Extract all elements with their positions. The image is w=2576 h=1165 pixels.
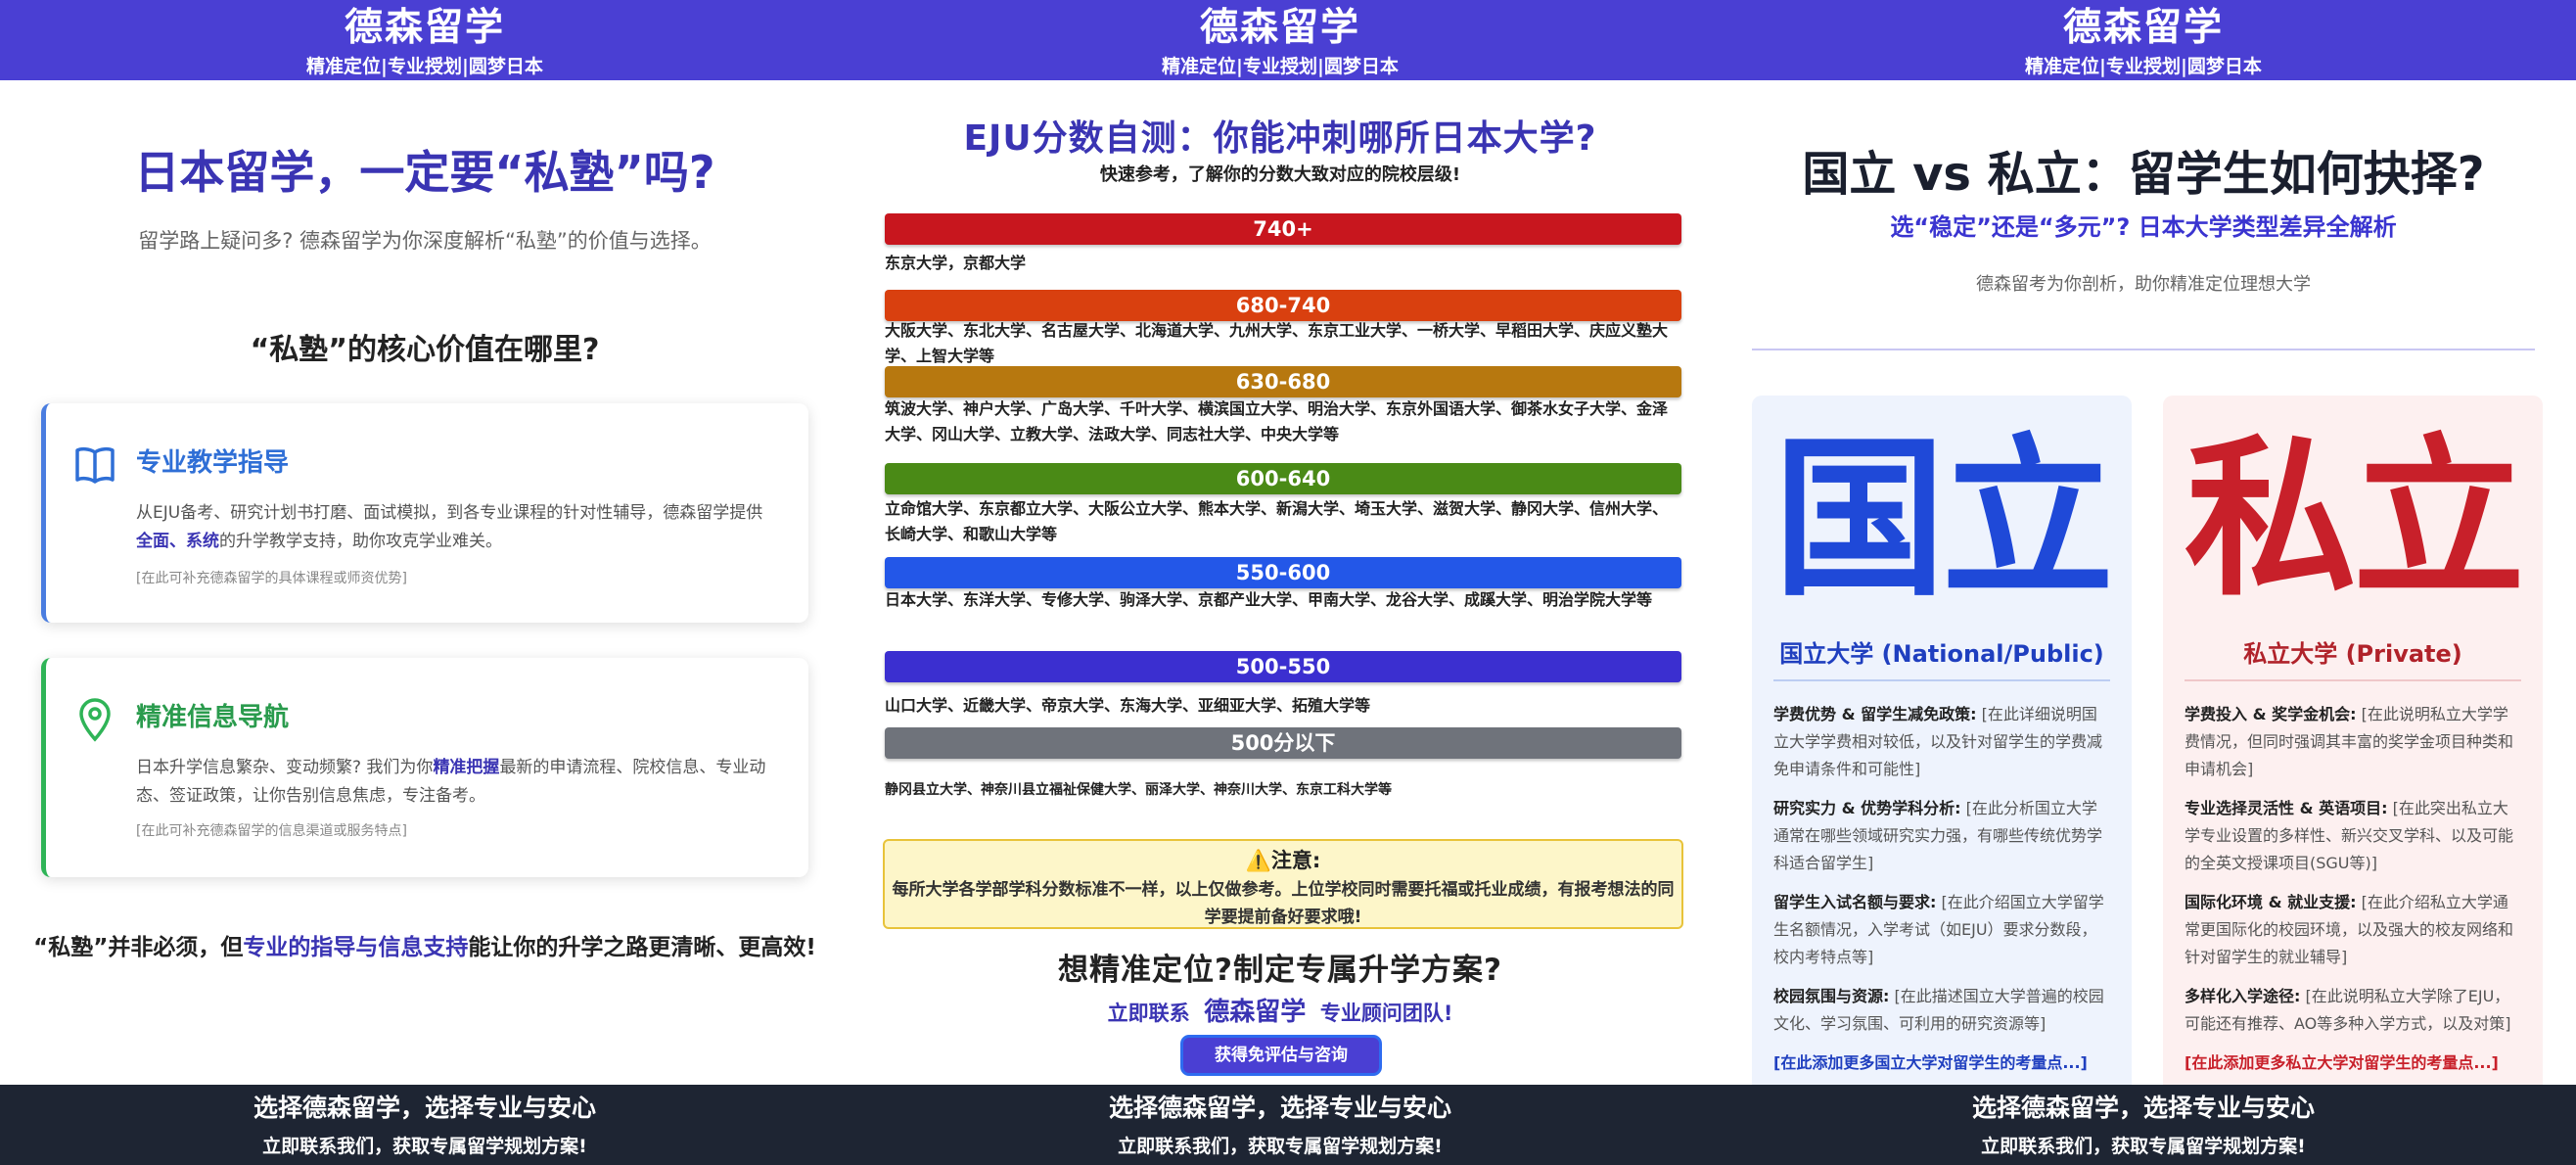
university-list: 大阪大学、东北大学、名古屋大学、北海道大学、九州大学、东京工业大学、一桥大学、早… <box>885 321 1669 365</box>
score-band-500: 500-550 <box>885 651 1681 682</box>
footer-call-to-action: 立即联系我们，获取专属留学规划方案! <box>262 1136 587 1157</box>
notice-title: ⚠️注意: <box>1245 849 1321 872</box>
footer-tagline: 选择德森留学，选择专业与安心 <box>1971 1094 2315 1122</box>
divider <box>1752 349 2535 350</box>
card-title: 精准信息导航 <box>136 703 290 732</box>
score-band-below-500: 500分以下 <box>885 727 1681 759</box>
university-list: 山口大学、近畿大学、帝京大学、东海大学、亚细亚大学、拓殖大学等 <box>885 696 1371 715</box>
list-item: 校园氛围与资源: [在此描述国立大学普遍的校园文化、学习氛围、可利用的研究资源等… <box>1773 987 2104 1033</box>
divider <box>2185 679 2521 681</box>
location-pin-icon <box>75 697 115 742</box>
national-big-label: 国立 <box>1772 419 2114 620</box>
footer-tagline: 选择德森留学，选择专业与安心 <box>253 1094 596 1122</box>
score-band-680: 680-740 <box>885 290 1681 321</box>
national-university-column: 国立 国立大学 (National/Public) 学费优势 & 留学生减免政策… <box>1752 396 2132 1085</box>
card-body: 日本升学信息繁杂、变动频繁? 我们为你精准把握最新的申请流程、院校信息、专业动态… <box>136 758 766 806</box>
footer-call-to-action: 立即联系我们，获取专属留学规划方案! <box>1118 1136 1443 1157</box>
list-item: 学费投入 & 奖学金机会: [在此说明私立大学学费情况，但同时强调其丰富的奖学金… <box>2185 705 2514 778</box>
brand-slogan: 精准定位|专业授划|圆梦日本 <box>306 56 543 77</box>
footer-call-to-action: 立即联系我们，获取专属留学规划方案! <box>1981 1136 2306 1157</box>
header-banner: 德森留学 精准定位|专业授划|圆梦日本 <box>850 0 1711 80</box>
private-big-label: 私立 <box>2184 419 2525 620</box>
feature-card-teaching: 专业教学指导 从EJU备考、研究计划书打磨、面试模拟，到各专业课程的针对性辅导，… <box>41 403 808 623</box>
private-points: 学费投入 & 奖学金机会: [在此说明私立大学学费情况，但同时强调其丰富的奖学金… <box>2185 701 2521 1077</box>
footer-banner: 选择德森留学，选择专业与安心 立即联系我们，获取专属留学规划方案! <box>1711 1085 2576 1165</box>
brand-slogan: 精准定位|专业授划|圆梦日本 <box>1162 56 1399 77</box>
intro-note: 德森留考为你剖析，助你精准定位理想大学 <box>1976 274 2311 295</box>
list-item: 国际化环境 & 就业支援: [在此介绍私立大学通常更国际化的校园环境，以及强大的… <box>2185 893 2514 966</box>
brand-slogan: 精准定位|专业授划|圆梦日本 <box>2025 56 2262 77</box>
page-subtitle: 快速参考，了解你的分数大致对应的院校层级! <box>1099 164 1461 185</box>
national-points: 学费优势 & 留学生减免政策: [在此详细说明国立大学学费相对较低，以及针对留学… <box>1773 701 2110 1077</box>
header-banner: 德森留学 精准定位|专业授划|圆梦日本 <box>0 0 850 80</box>
page-title: 日本留学，一定要“私塾”吗? <box>134 146 715 199</box>
poster-private-school: 德森留学 精准定位|专业授划|圆梦日本 日本留学，一定要“私塾”吗? 留学路上疑… <box>0 0 850 1165</box>
card-note: [在此可补充德森留学的信息渠道或服务特点] <box>136 823 407 839</box>
page-title: 国立 vs 私立：留学生如何抉择? <box>1802 147 2485 202</box>
poster-national-vs-private: 德森留学 精准定位|专业授划|圆梦日本 国立 vs 私立：留学生如何抉择? 选“… <box>1711 0 2576 1165</box>
university-list: 筑波大学、神户大学、广岛大学、千叶大学、横滨国立大学、明治大学、东京外国语大学、… <box>885 399 1669 443</box>
brand-name: 德森留学 <box>2062 6 2224 50</box>
national-caption: 国立大学 (National/Public) <box>1779 640 2104 668</box>
page-title: EJU分数自测：你能冲刺哪所日本大学? <box>963 118 1597 159</box>
score-band-630: 630-680 <box>885 366 1681 397</box>
add-more-note: [在此添加更多国立大学对留学生的考量点...] <box>1773 1053 2088 1072</box>
list-item: 专业选择灵活性 & 英语项目: [在此突出私立大学专业设置的多样性、新兴交叉学科… <box>2185 799 2514 872</box>
notice-body: 每所大学各学部学科分数标准不一样，以上仅做参考。上位学校同时需要托福或托业成绩，… <box>892 880 1675 927</box>
private-university-column: 私立 私立大学 (Private) 学费投入 & 奖学金机会: [在此说明私立大… <box>2163 396 2543 1085</box>
score-band-550: 550-600 <box>885 557 1681 588</box>
private-caption: 私立大学 (Private) <box>2243 640 2462 668</box>
list-item: 留学生入试名额与要求: [在此介绍国立大学留学生名额情况，入学考试（如EJU）要… <box>1773 893 2104 966</box>
contact-line: 立即联系 德森留学 专业顾问团队! <box>1107 998 1453 1027</box>
university-list: 静冈县立大学、神奈川县立福祉保健大学、丽泽大学、神奈川大学、东京工科大学等 <box>885 782 1392 798</box>
score-band-600: 600-640 <box>885 463 1681 494</box>
university-list: 东京大学，京都大学 <box>885 254 1027 272</box>
university-list: 立命馆大学、东京都立大学、大阪公立大学、熊本大学、新潟大学、埼玉大学、滋贺大学、… <box>885 499 1669 543</box>
footer-banner: 选择德森留学，选择专业与安心 立即联系我们，获取专属留学规划方案! <box>0 1085 850 1165</box>
footer-tagline: 选择德森留学，选择专业与安心 <box>1108 1094 1451 1122</box>
closing-statement: “私塾”并非必须，但专业的指导与信息支持能让你的升学之路更清晰、更高效! <box>33 935 816 960</box>
free-assessment-button[interactable]: 获得免评估与咨询 <box>1180 1035 1382 1076</box>
divider <box>1773 679 2110 681</box>
card-body: 从EJU备考、研究计划书打磨、面试模拟，到各专业课程的针对性辅导，德森留学提供全… <box>136 503 763 551</box>
footer-banner: 选择德森留学，选择专业与安心 立即联系我们，获取专属留学规划方案! <box>850 1085 1711 1165</box>
card-title: 专业教学指导 <box>136 448 290 478</box>
brand-name: 德森留学 <box>344 6 505 50</box>
list-item: 多样化入学途径: [在此说明私立大学除了EJU，可能还有推荐、AO等多种入学方式… <box>2185 987 2511 1033</box>
page-subtitle: 留学路上疑问多? 德森留学为你深度解析“私塾”的价值与选择。 <box>138 229 712 253</box>
university-list: 日本大学、东洋大学、专修大学、驹泽大学、京都产业大学、甲南大学、龙谷大学、成蹊大… <box>885 590 1653 609</box>
poster-eju-score: 德森留学 精准定位|专业授划|圆梦日本 EJU分数自测：你能冲刺哪所日本大学? … <box>850 0 1711 1165</box>
section-heading: “私塾”的核心价值在哪里? <box>250 333 600 367</box>
list-item: 学费优势 & 留学生减免政策: [在此详细说明国立大学学费相对较低，以及针对留学… <box>1773 705 2103 778</box>
brand-name: 德森留学 <box>1199 6 1360 50</box>
header-banner: 德森留学 精准定位|专业授划|圆梦日本 <box>1711 0 2576 80</box>
page-subtitle: 选“稳定”还是“多元”? 日本大学类型差异全解析 <box>1890 213 2397 241</box>
score-band-740: 740+ <box>885 213 1681 245</box>
card-note: [在此可补充德森留学的具体课程或师资优势] <box>136 571 407 586</box>
cta-heading: 想精准定位?制定专属升学方案? <box>1058 953 1502 988</box>
feature-card-information: 精准信息导航 日本升学信息繁杂、变动频繁? 我们为你精准把握最新的申请流程、院校… <box>41 658 808 877</box>
notice-box: ⚠️注意: 每所大学各学部学科分数标准不一样，以上仅做参考。上位学校同时需要托福… <box>883 839 1683 929</box>
book-icon <box>75 443 115 488</box>
list-item: 研究实力 & 优势学科分析: [在此分析国立大学通常在哪些领域研究实力强，有哪些… <box>1773 799 2103 872</box>
add-more-note: [在此添加更多私立大学对留学生的考量点...] <box>2185 1053 2499 1072</box>
